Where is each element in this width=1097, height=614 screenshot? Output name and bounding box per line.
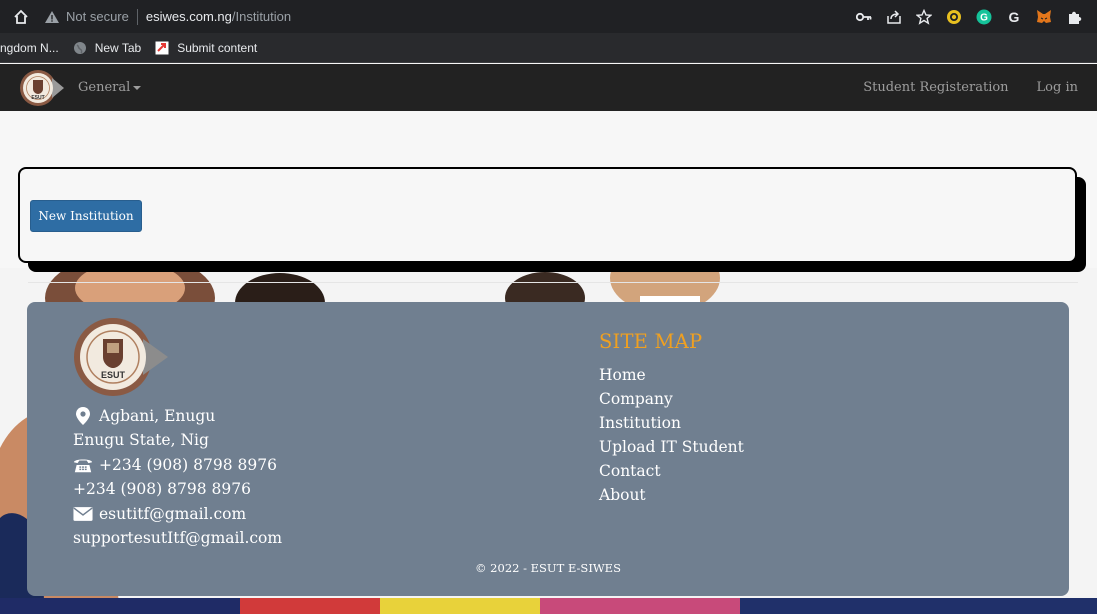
email-row: esutitf@gmail.com (73, 502, 282, 526)
bookmark-item[interactable]: ngdom N... (0, 41, 59, 55)
site-footer: ESUT Agbani, Enugu Enugu State, Nig +234… (27, 302, 1069, 596)
divider (28, 282, 1078, 283)
address-row-2: Enugu State, Nig (73, 428, 282, 452)
key-icon[interactable] (849, 5, 879, 29)
address-line2: Enugu State, Nig (73, 431, 209, 450)
institution-panel: New Institution (18, 167, 1077, 263)
footer-sitemap: SITE MAP Home Company Institution Upload… (599, 330, 744, 507)
google-icon[interactable]: G (999, 5, 1029, 29)
footer-logo: ESUT (73, 317, 169, 397)
star-icon[interactable] (909, 5, 939, 29)
url-path: /Institution (231, 9, 292, 24)
sitemap-link-company[interactable]: Company (599, 387, 744, 411)
brand-logo[interactable]: ESUT (16, 68, 64, 108)
phone-primary[interactable]: +234 (908) 8798 8976 (99, 453, 277, 477)
svg-text:G: G (1009, 9, 1020, 25)
address-bar[interactable]: Not secure esiwes.com.ng /Institution (44, 5, 849, 29)
sitemap-link-about[interactable]: About (599, 483, 744, 507)
site-navbar: ESUT General Student Registeration Log i… (0, 64, 1097, 111)
nav-student-registration-link[interactable]: Student Registeration (863, 80, 1008, 95)
nav-general-dropdown[interactable]: General (78, 80, 142, 95)
warning-icon (44, 9, 60, 25)
email-primary[interactable]: esutitf@gmail.com (99, 502, 246, 526)
bookmark-submit-content[interactable]: Submit content (155, 41, 257, 55)
nav-general-label: General (78, 80, 131, 95)
submit-icon (155, 41, 169, 55)
footer-contact-info: Agbani, Enugu Enugu State, Nig +234 (908… (73, 404, 282, 550)
globe-icon (73, 41, 87, 55)
copyright-text: © 2022 - ESUT E-SIWES (475, 561, 621, 575)
address-separator (136, 8, 138, 25)
address-line1: Agbani, Enugu (99, 407, 216, 425)
address-row: Agbani, Enugu (73, 404, 282, 428)
browser-toolbar: Not secure esiwes.com.ng /Institution G … (0, 0, 1097, 33)
bookmark-label: New Tab (94, 40, 142, 55)
bookmark-label: ngdom N... (0, 40, 59, 55)
phone-row-2: +234 (908) 8798 8976 (73, 477, 282, 501)
bookmarks-bar: ngdom N... New Tab Submit content (0, 33, 1097, 63)
sitemap-link-upload-it-student[interactable]: Upload IT Student (599, 435, 744, 459)
security-label: Not secure (66, 9, 129, 24)
email-support[interactable]: supportesutItf@gmail.com (73, 526, 282, 550)
phone-row: +234 (908) 8798 8976 (73, 453, 282, 477)
bookmark-new-tab[interactable]: New Tab (73, 41, 141, 55)
share-icon[interactable] (879, 5, 909, 29)
metamask-icon[interactable] (1029, 5, 1059, 29)
puzzle-icon[interactable] (1059, 5, 1089, 29)
sitemap-title: SITE MAP (599, 330, 703, 353)
caret-down-icon (133, 85, 142, 90)
map-pin-icon (73, 406, 93, 426)
email-row-2: supportesutItf@gmail.com (73, 526, 282, 550)
svg-text:G: G (980, 12, 988, 23)
url-host: esiwes.com.ng (145, 9, 232, 24)
nav-right-links: Student Registeration Log in (863, 80, 1078, 95)
sitemap-link-institution[interactable]: Institution (599, 411, 744, 435)
telephone-icon (73, 455, 93, 475)
envelope-icon (73, 504, 93, 524)
nav-login-link[interactable]: Log in (1037, 80, 1078, 95)
new-institution-button[interactable]: New Institution (30, 200, 142, 232)
browser-action-icons: G G (849, 5, 1089, 29)
coin-extension-icon[interactable] (939, 5, 969, 29)
svg-text:ESUT: ESUT (101, 370, 126, 380)
sitemap-link-home[interactable]: Home (599, 363, 744, 387)
bookmark-label: Submit content (177, 40, 258, 55)
grammarly-icon[interactable]: G (969, 5, 999, 29)
home-icon[interactable] (10, 6, 32, 28)
sitemap-link-contact[interactable]: Contact (599, 459, 744, 483)
phone-secondary[interactable]: +234 (908) 8798 8976 (73, 477, 251, 501)
svg-text:ESUT: ESUT (31, 95, 44, 101)
